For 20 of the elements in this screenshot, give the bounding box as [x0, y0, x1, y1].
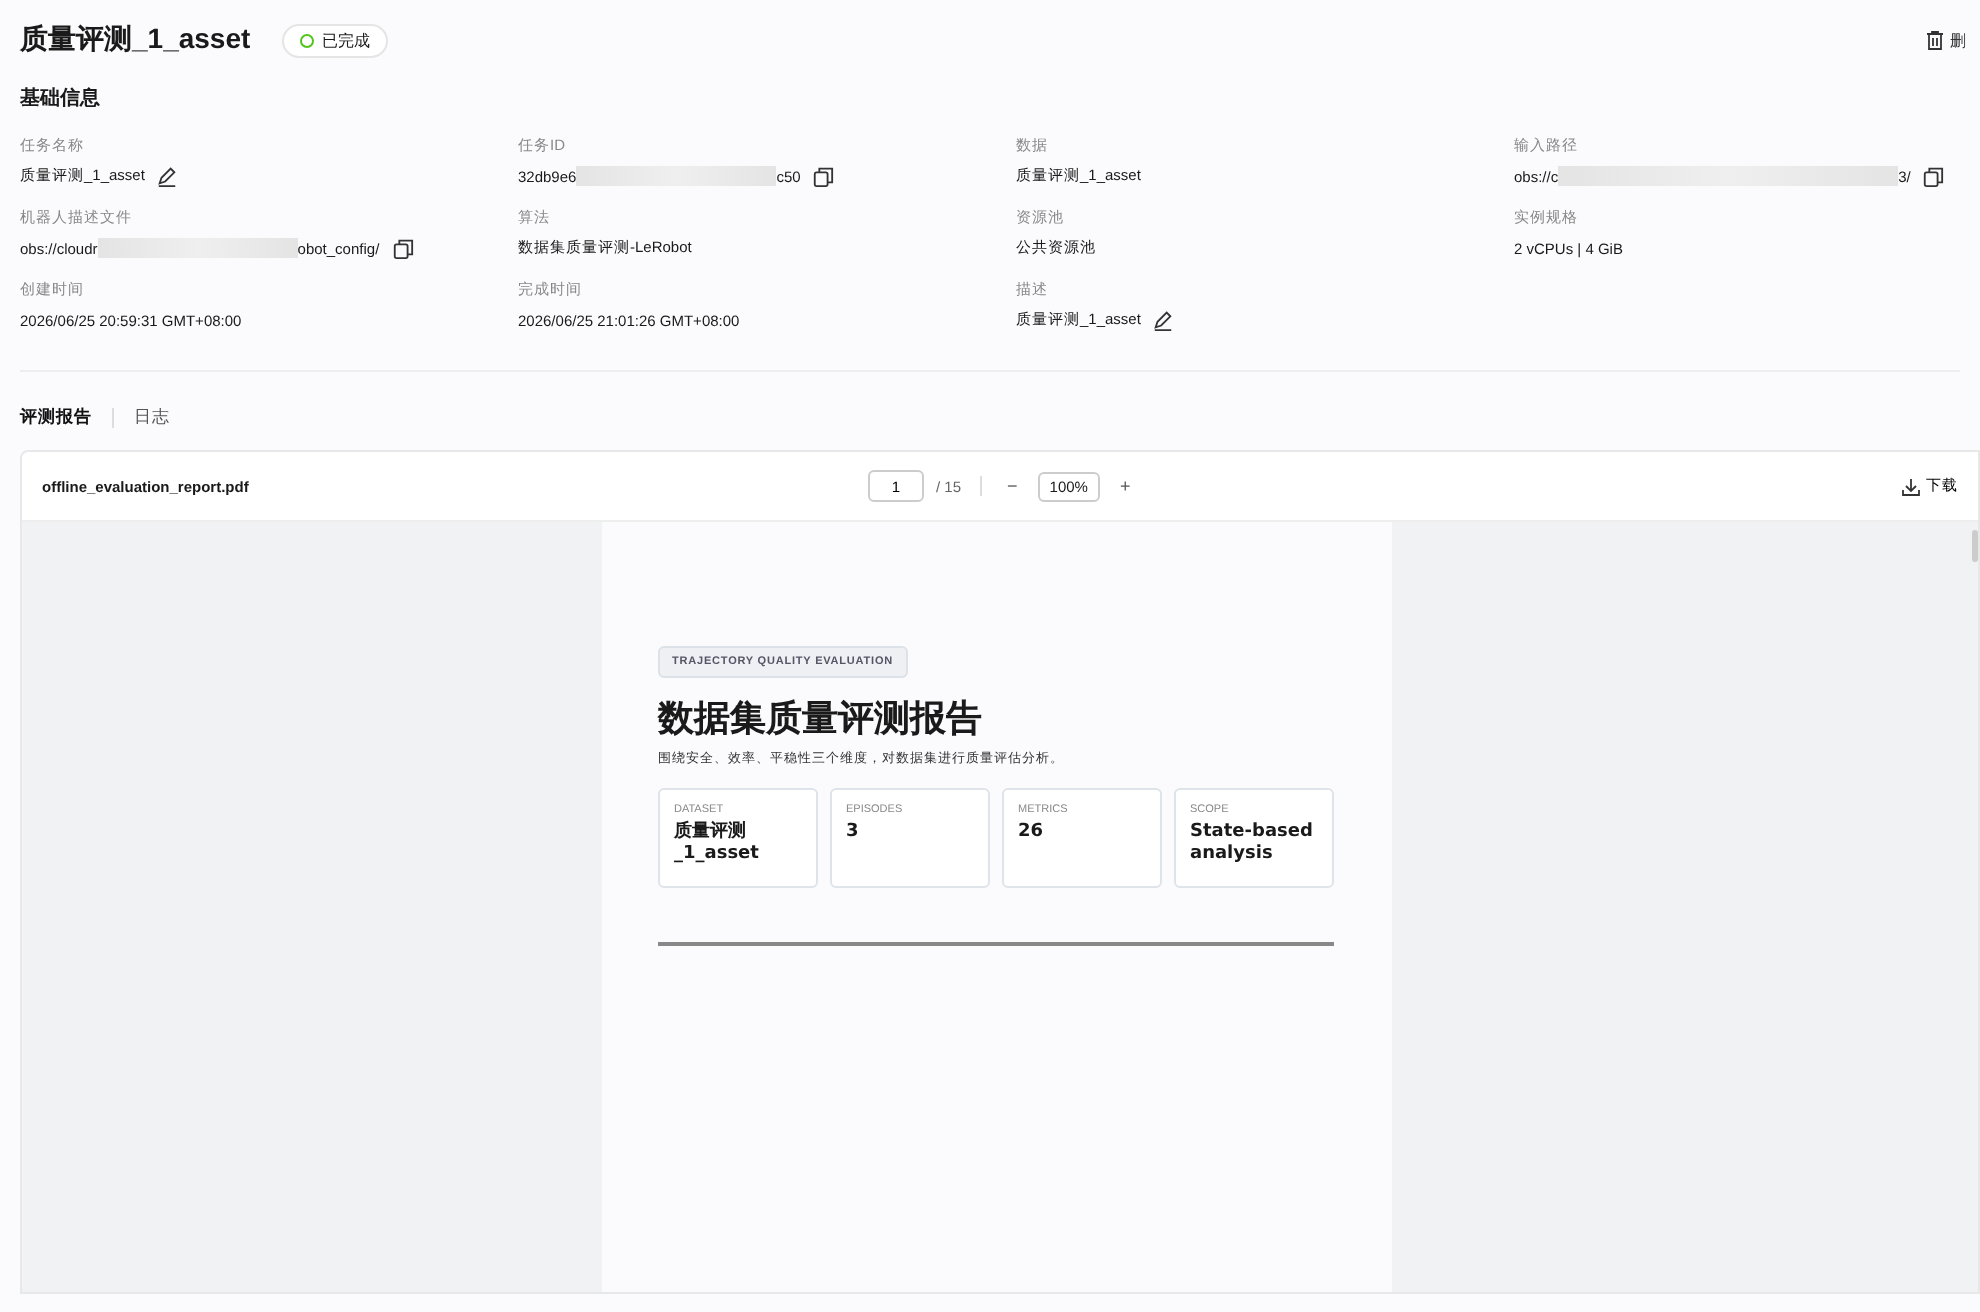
trash-icon	[1926, 30, 1944, 50]
tab[interactable]: 日志	[134, 406, 170, 430]
tab[interactable]: 评测报告	[20, 406, 92, 430]
stat-value: 3	[846, 822, 861, 845]
section-title: 基础信息	[20, 85, 102, 112]
download-icon	[1902, 477, 1920, 495]
copy-icon[interactable]	[812, 164, 835, 188]
delete-button[interactable]: 删	[1926, 29, 1966, 51]
stat-value: 质量评测_1_asset	[674, 822, 761, 867]
zoom-out-button[interactable]: −	[999, 476, 1026, 496]
page-title: 质量评测_1_asset	[20, 22, 251, 58]
copy-icon[interactable]	[391, 236, 414, 260]
zoom-in-button[interactable]: +	[1111, 476, 1139, 496]
stat-value: 26	[1018, 822, 1046, 845]
status-badge: 已完成	[282, 23, 389, 57]
stat-value: State-based analysis	[1190, 822, 1315, 867]
report-title: 数据集质量评测报告	[658, 696, 984, 742]
copy-icon[interactable]	[1922, 164, 1945, 188]
edit-icon[interactable]	[156, 164, 179, 188]
edit-icon[interactable]	[1152, 308, 1175, 332]
